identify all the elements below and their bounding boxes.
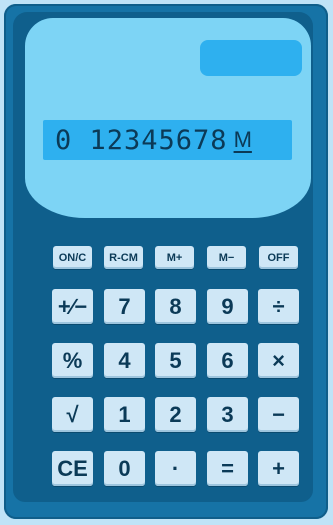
digit-6-button[interactable]: 6 — [207, 343, 248, 378]
digit-3-button[interactable]: 3 — [207, 397, 248, 432]
multiply-button[interactable]: × — [258, 343, 299, 378]
percent-button[interactable]: % — [52, 343, 93, 378]
recall-clear-memory-button[interactable]: R-CM — [104, 246, 143, 269]
divide-button[interactable]: ÷ — [258, 289, 299, 324]
memory-plus-button[interactable]: M+ — [155, 246, 194, 269]
decimal-point-button[interactable]: · — [155, 451, 196, 486]
equals-button[interactable]: = — [207, 451, 248, 486]
lcd-digits: 0 12345678 — [55, 124, 228, 156]
digit-2-button[interactable]: 2 — [155, 397, 196, 432]
sign-toggle-button[interactable]: +∕− — [52, 289, 93, 324]
on-clear-button[interactable]: ON/C — [53, 246, 92, 269]
solar-panel — [200, 40, 302, 76]
square-root-button[interactable]: √ — [52, 397, 93, 432]
digit-0-button[interactable]: 0 — [104, 451, 145, 486]
clear-entry-button[interactable]: CE — [52, 451, 93, 486]
subtract-button[interactable]: − — [258, 397, 299, 432]
memory-minus-button[interactable]: M− — [207, 246, 246, 269]
add-button[interactable]: + — [258, 451, 299, 486]
lcd-display: 0 12345678 M — [43, 120, 292, 160]
digit-9-button[interactable]: 9 — [207, 289, 248, 324]
digit-5-button[interactable]: 5 — [155, 343, 196, 378]
digit-1-button[interactable]: 1 — [104, 397, 145, 432]
memory-indicator: M — [233, 127, 252, 152]
digit-7-button[interactable]: 7 — [104, 289, 145, 324]
off-button[interactable]: OFF — [259, 246, 298, 269]
digit-4-button[interactable]: 4 — [104, 343, 145, 378]
digit-8-button[interactable]: 8 — [155, 289, 196, 324]
